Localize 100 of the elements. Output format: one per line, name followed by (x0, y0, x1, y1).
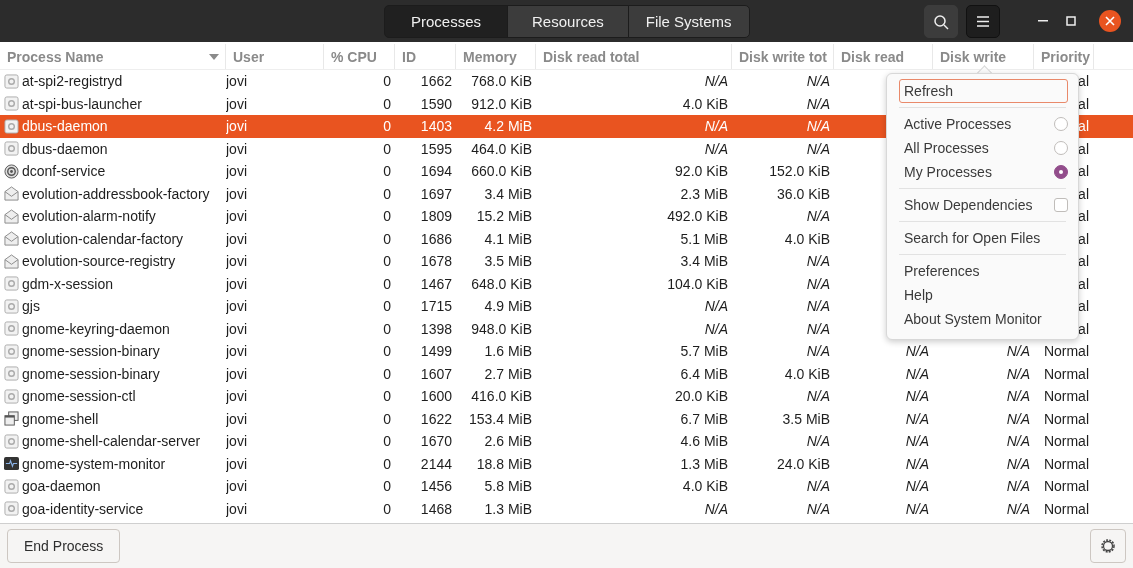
process-name[interactable]: evolution-source-registry (22, 253, 176, 270)
table-cell: 1670 (420, 433, 452, 450)
column-header[interactable]: % CPU (324, 44, 395, 69)
gear-icon (4, 321, 19, 337)
table-cell: 0 (383, 298, 391, 315)
gear-icon (4, 501, 19, 517)
checkbox[interactable] (1054, 198, 1068, 212)
table-cell: 1467 (420, 275, 452, 292)
search-button[interactable] (924, 5, 958, 38)
table-cell: jovi (226, 478, 247, 495)
process-name[interactable]: gnome-keyring-daemon (22, 320, 170, 337)
table-cell: N/A (806, 433, 830, 450)
end-process-button[interactable]: End Process (7, 529, 121, 563)
table-cell: N/A (1006, 500, 1030, 517)
table-cell: Normal (1043, 343, 1089, 360)
menu-button[interactable] (966, 5, 1000, 38)
envelope-icon (4, 186, 19, 202)
table-cell: jovi (226, 95, 247, 112)
table-cell: jovi (226, 388, 247, 405)
table-cell: 0 (383, 388, 391, 405)
process-name[interactable]: evolution-addressbook-factory (22, 185, 210, 202)
table-cell: 1715 (420, 298, 452, 315)
table-cell: jovi (226, 410, 247, 427)
table-cell: 92.0 KiB (675, 163, 728, 180)
menu-item[interactable]: Active Processes (904, 116, 1012, 132)
process-name[interactable]: gnome-session-ctl (22, 388, 136, 405)
view-tab[interactable]: Processes (384, 5, 509, 38)
menu-item[interactable]: Preferences (899, 259, 1068, 283)
table-cell: N/A (704, 73, 728, 90)
process-name[interactable]: gnome-shell-calendar-server (22, 433, 201, 450)
view-tab[interactable]: Resources (507, 5, 629, 38)
process-name[interactable]: gnome-session-binary (22, 365, 160, 382)
table-cell: 0 (383, 478, 391, 495)
menu-item[interactable]: All Processes (904, 140, 989, 156)
menu-item[interactable]: Search for Open Files (899, 226, 1068, 250)
menu-item[interactable]: Help (899, 283, 1068, 307)
process-name[interactable]: dbus-daemon (22, 118, 108, 135)
table-cell: 0 (383, 433, 391, 450)
table-cell: 3.5 MiB (782, 410, 830, 427)
view-tab[interactable]: File Systems (627, 5, 750, 38)
radio-button[interactable] (1054, 165, 1068, 179)
maximize-icon (1066, 16, 1076, 26)
process-name[interactable]: gnome-session-binary (22, 343, 160, 360)
table-cell: 1595 (420, 140, 452, 157)
table-cell: N/A (704, 118, 728, 135)
radio-button[interactable] (1054, 117, 1068, 131)
table-cell: 5.7 MiB (680, 343, 728, 360)
table-cell: al (1078, 208, 1089, 225)
process-name[interactable]: gdm-x-session (22, 275, 114, 292)
table-cell: N/A (905, 343, 929, 360)
gear-icon (4, 276, 19, 292)
process-name[interactable]: evolution-alarm-notify (22, 208, 156, 225)
table-cell: 0 (383, 320, 391, 337)
process-name[interactable]: at-spi-bus-launcher (22, 95, 142, 112)
process-name[interactable]: at-spi2-registryd (22, 73, 123, 90)
table-cell: 0 (383, 118, 391, 135)
process-name[interactable]: gnome-system-monitor (22, 455, 166, 472)
process-name[interactable]: goa-identity-service (22, 500, 144, 517)
table-cell: 0 (383, 410, 391, 427)
process-name[interactable]: gnome-shell (22, 410, 99, 427)
table-cell: 153.4 MiB (468, 410, 532, 427)
table-cell: 1499 (420, 343, 452, 360)
table-cell: 0 (383, 343, 391, 360)
table-cell: N/A (704, 140, 728, 157)
table-cell: N/A (806, 73, 830, 90)
table-cell: al (1078, 163, 1089, 180)
settings-button[interactable] (1090, 529, 1126, 563)
close-button[interactable] (1099, 10, 1121, 32)
process-name[interactable]: evolution-calendar-factory (22, 230, 184, 247)
table-cell: 2.6 MiB (484, 433, 532, 450)
table-cell: jovi (226, 365, 247, 382)
table-cell: 0 (383, 230, 391, 247)
radio-button[interactable] (1054, 141, 1068, 155)
menu-item[interactable]: About System Monitor (899, 307, 1068, 331)
table-cell: 2.7 MiB (484, 365, 532, 382)
menu-item[interactable]: Refresh (899, 79, 1068, 103)
table-cell: 4.0 KiB (682, 478, 728, 495)
menu-item[interactable]: Show Dependencies (904, 197, 1033, 213)
table-cell: jovi (226, 275, 247, 292)
table-cell: 416.0 KiB (471, 388, 532, 405)
table-cell: 2.3 MiB (680, 185, 728, 202)
table-cell: 464.0 KiB (471, 140, 532, 157)
gear-icon (4, 478, 19, 494)
menu-item[interactable]: My Processes (904, 164, 992, 180)
process-name[interactable]: goa-daemon (22, 478, 101, 495)
table-cell: al (1078, 185, 1089, 202)
process-name[interactable]: dbus-daemon (22, 140, 108, 157)
process-name[interactable]: gjs (22, 298, 40, 315)
table-cell: 912.0 KiB (471, 95, 532, 112)
table-cell: al (1078, 118, 1089, 135)
table-cell: N/A (905, 455, 929, 472)
table-cell: N/A (806, 500, 830, 517)
table-cell: al (1078, 298, 1089, 315)
table-cell: 1678 (420, 253, 452, 270)
process-name[interactable]: dconf-service (22, 163, 106, 180)
table-cell: Normal (1043, 500, 1089, 517)
table-cell: Normal (1043, 388, 1089, 405)
table-cell: 3.4 MiB (484, 185, 532, 202)
table-cell: al (1078, 275, 1089, 292)
table-cell: 4.9 MiB (484, 298, 532, 315)
